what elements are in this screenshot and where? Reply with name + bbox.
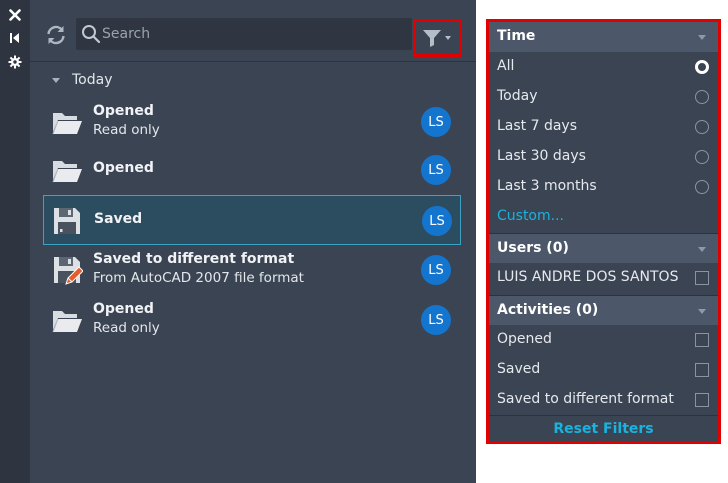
time-option-label: All [497,58,515,74]
avatar[interactable]: LS [421,305,451,335]
settings-icon[interactable] [7,54,23,70]
reset-filters-button[interactable]: Reset Filters [489,415,718,441]
activity-option[interactable]: Saved [489,355,718,385]
chevron-down-icon [698,309,706,314]
checkbox[interactable] [695,271,709,285]
search-input[interactable] [102,22,402,46]
history-row[interactable]: Saved to different format From AutoCAD 20… [43,245,461,295]
search-icon [81,24,101,44]
custom-time-label: Custom... [497,208,564,224]
checkbox[interactable] [695,333,709,347]
history-title: Opened [93,103,154,119]
history-row[interactable]: Opened LS [43,145,461,195]
history-row[interactable]: Opened Read only LS [43,97,461,147]
user-option-label: LUIS ANDRE DOS SANTOS [497,269,679,285]
refresh-icon[interactable] [44,23,68,47]
time-option-label: Last 30 days [497,148,586,164]
time-option[interactable]: Today [489,82,718,112]
time-option-label: Last 7 days [497,118,578,134]
chevron-down-icon [698,35,706,40]
folder-icon [51,154,83,186]
history-subtitle: Read only [93,122,160,138]
toolbar [30,4,476,62]
chevron-down-icon [698,247,706,252]
time-option-label: Last 3 months [497,178,597,194]
floppy-edit-icon [51,254,84,286]
time-option[interactable]: Last 30 days [489,142,718,172]
history-palette: Today OpenedRead onlyLSOpenedLSSavedLSSa… [30,0,476,483]
palette-title-strip [0,0,30,483]
app-root: Today OpenedRead onlyLSOpenedLSSavedLSSa… [0,0,728,483]
section-time-label: Time [497,28,536,44]
history-row[interactable]: Opened Read only LS [43,295,461,345]
time-option-label: Today [497,88,538,104]
avatar[interactable]: LS [421,155,451,185]
history-subtitle: From AutoCAD 2007 file format [93,270,304,286]
radio-button[interactable] [695,150,709,164]
section-activities-label: Activities (0) [497,302,599,318]
section-activities-header[interactable]: Activities (0) [489,295,718,325]
history-row[interactable]: Saved LS [43,195,461,245]
section-time-header[interactable]: Time [489,22,718,52]
group-header-today[interactable]: Today [52,70,113,90]
radio-button[interactable] [695,180,709,194]
checkbox[interactable] [695,363,709,377]
group-label: Today [72,72,113,88]
activity-option[interactable]: Opened [489,325,718,355]
history-subtitle: Read only [93,320,160,336]
chevron-down-icon [52,77,60,83]
search-box [76,18,412,50]
activity-option[interactable]: Saved to different format [489,385,718,415]
history-title: Saved to different format [93,251,295,267]
filter-button[interactable] [413,19,462,57]
radio-button[interactable] [695,120,709,134]
history-title: Opened [93,301,154,317]
section-users-header[interactable]: Users (0) [489,233,718,263]
avatar[interactable]: LS [421,107,451,137]
radio-button[interactable] [695,60,709,74]
time-option[interactable]: Last 3 months [489,172,718,202]
folder-icon [51,106,83,138]
radio-button[interactable] [695,90,709,104]
floppy-icon [51,205,83,237]
time-option[interactable]: Last 7 days [489,112,718,142]
time-option[interactable]: All [489,52,718,82]
filter-icon [422,30,451,47]
avatar[interactable]: LS [422,206,452,236]
filter-panel: Time All Today Last 7 days Last 30 days Last… [486,19,721,444]
section-users-label: Users (0) [497,240,569,256]
activity-option-label: Saved to different format [497,391,674,407]
close-icon[interactable] [7,7,23,23]
collapse-icon[interactable] [7,30,23,46]
history-title: Opened [93,160,154,176]
history-title: Saved [94,211,143,227]
user-option[interactable]: LUIS ANDRE DOS SANTOS [489,263,718,293]
activity-option-label: Saved [497,361,541,377]
avatar[interactable]: LS [421,255,451,285]
custom-time-link[interactable]: Custom... [489,202,718,232]
checkbox[interactable] [695,393,709,407]
activity-option-label: Opened [497,331,552,347]
folder-icon [51,304,83,336]
